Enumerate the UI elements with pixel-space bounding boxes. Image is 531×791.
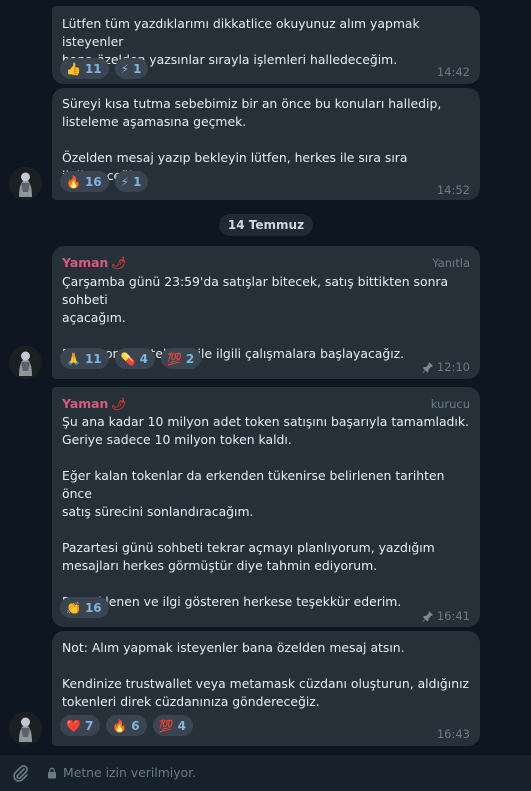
role-label: kurucu — [430, 397, 470, 411]
chili-icon: 🌶 — [111, 397, 127, 411]
chat-history[interactable]: Lütfen tüm yazdıklarımı dikkatlice okuyu… — [0, 0, 531, 754]
sender-name-text: Yaman — [62, 396, 109, 411]
reaction-count: 1 — [133, 174, 142, 189]
pray-icon: 🙏 — [66, 351, 81, 366]
reaction-count: 1 — [133, 61, 142, 76]
reaction-count: 11 — [84, 351, 102, 366]
reactions: ❤️ 7 🔥 6 💯 4 — [60, 715, 193, 736]
hundred-icon: 💯 — [166, 351, 182, 366]
reaction-count: 11 — [84, 61, 102, 76]
pill-icon: 💊 — [120, 351, 136, 366]
reactions: 🙏 11 💊 4 💯 2 — [60, 348, 202, 369]
reactions: 👍 11 ⚡ 1 — [60, 58, 149, 79]
reaction-count: 7 — [84, 718, 94, 733]
message-text: Not: Alım yapmak isteyenler bana özelden… — [62, 640, 470, 709]
sender-name[interactable]: Yaman 🌶 — [62, 396, 127, 411]
avatar[interactable] — [9, 167, 42, 200]
reply-label[interactable]: Yanıtla — [432, 256, 470, 270]
hundred-icon: 💯 — [158, 718, 174, 733]
reaction-fire[interactable]: 🔥 16 — [60, 171, 109, 192]
message-bubble[interactable]: Süreyi kısa tutma sebebimiz bir an önce … — [52, 88, 480, 200]
message-time: 14:52 — [436, 183, 470, 197]
reaction-count: 2 — [185, 351, 195, 366]
pin-icon — [422, 362, 433, 373]
sender-name[interactable]: Yaman 🌶 — [62, 255, 127, 270]
reaction-count: 16 — [84, 600, 102, 615]
thumbs-up-icon: 👍 — [66, 61, 81, 76]
heart-icon: ❤️ — [66, 718, 81, 733]
paperclip-icon[interactable] — [10, 763, 30, 783]
reaction-count: 4 — [177, 718, 186, 733]
reaction-hundred[interactable]: 💯 2 — [160, 348, 202, 369]
reactions: 👏 16 — [60, 597, 109, 618]
sender-name-text: Yaman — [62, 255, 109, 270]
reaction-pray[interactable]: 🙏 11 — [60, 348, 109, 369]
lightning-icon: ⚡ — [120, 174, 130, 189]
fire-icon: 🔥 — [112, 718, 128, 733]
reaction-count: 4 — [139, 351, 148, 366]
message-time: 14:42 — [436, 65, 470, 79]
clap-icon: 👏 — [66, 600, 81, 615]
reaction-count: 6 — [131, 718, 140, 733]
message-bubble[interactable]: Yaman 🌶 Yanıtla Çarşamba günü 23:59'da sa… — [52, 246, 480, 379]
reaction-pill[interactable]: 💊 4 — [114, 348, 155, 369]
reaction-clap[interactable]: 👏 16 — [60, 597, 109, 618]
date-separator: 14 Temmuz — [219, 214, 313, 236]
reaction-lightning[interactable]: ⚡ 1 — [114, 171, 149, 192]
message-time: 16:41 — [436, 609, 470, 623]
chili-icon: 🌶 — [111, 256, 127, 270]
fire-icon: 🔥 — [66, 174, 81, 189]
reaction-thumbs-up[interactable]: 👍 11 — [60, 58, 109, 79]
avatar[interactable] — [9, 712, 42, 745]
lightning-icon: ⚡ — [120, 61, 130, 76]
reaction-lightning[interactable]: ⚡ 1 — [114, 58, 149, 79]
message-time: 12:10 — [436, 360, 470, 374]
reaction-heart[interactable]: ❤️ 7 — [60, 715, 101, 736]
reaction-fire[interactable]: 🔥 6 — [106, 715, 147, 736]
lock-icon — [48, 767, 56, 779]
reaction-hundred[interactable]: 💯 4 — [152, 715, 193, 736]
message-text: Şu ana kadar 10 milyon adet token satışı… — [62, 414, 469, 609]
avatar[interactable] — [9, 346, 42, 379]
pin-icon — [422, 611, 433, 622]
message-bubble[interactable]: Not: Alım yapmak isteyenler bana özelden… — [52, 631, 480, 746]
composer-bar: Metne izin verilmiyor. — [0, 754, 531, 791]
message-bubble[interactable]: Yaman 🌶 kurucu Şu ana kadar 10 milyon ade… — [52, 387, 480, 627]
composer-placeholder: Metne izin verilmiyor. — [63, 765, 197, 780]
message-time: 16:43 — [436, 727, 470, 741]
reaction-count: 16 — [84, 174, 102, 189]
message-bubble[interactable]: Lütfen tüm yazdıklarımı dikkatlice okuyu… — [52, 6, 480, 84]
reactions: 🔥 16 ⚡ 1 — [60, 171, 149, 192]
